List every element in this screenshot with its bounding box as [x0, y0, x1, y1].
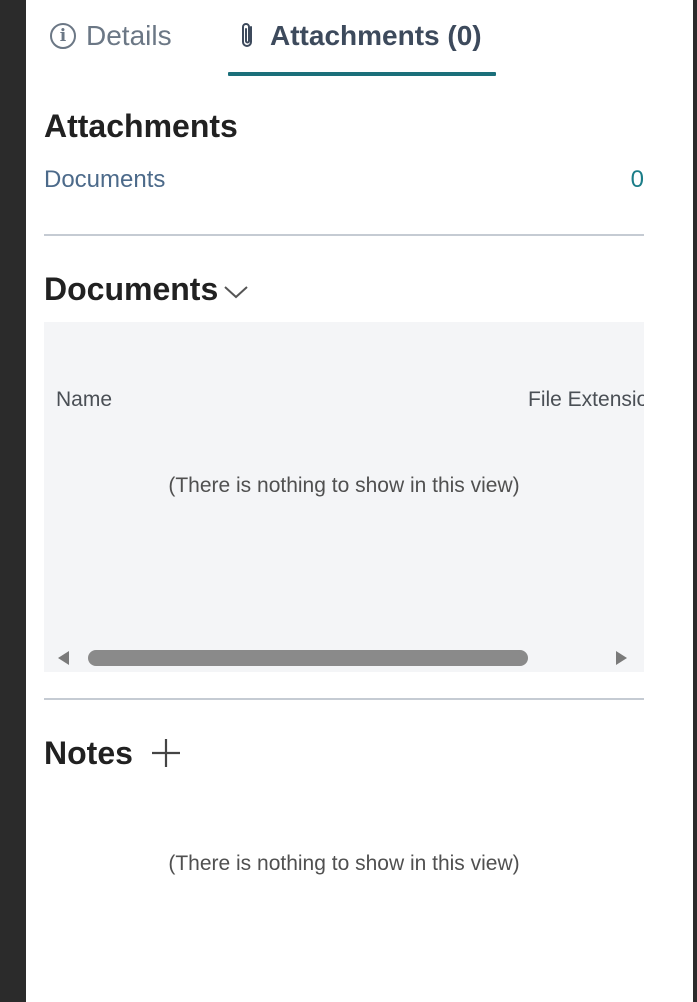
scroll-right-arrow-icon[interactable] — [616, 651, 627, 665]
chevron-down-icon — [224, 286, 248, 299]
documents-count-link[interactable]: 0 — [631, 166, 644, 194]
section-divider — [44, 234, 644, 236]
paperclip-icon — [242, 23, 252, 47]
scroll-left-arrow-icon[interactable] — [58, 651, 69, 665]
documents-summary-row: Documents 0 — [44, 166, 644, 200]
notes-heading: Notes — [44, 734, 133, 771]
attachments-heading: Attachments — [44, 108, 238, 144]
documents-section-toggle[interactable]: Documents — [44, 268, 250, 310]
tab-attachments[interactable]: Attachments (0) — [238, 16, 482, 56]
active-tab-indicator — [228, 72, 496, 76]
tab-details[interactable]: i Details — [50, 16, 172, 56]
add-note-plus-icon[interactable] — [149, 736, 183, 770]
scrollbar-thumb[interactable] — [88, 650, 528, 666]
factbox-panel: i Details Attachments (0) Attachments Do… — [26, 0, 693, 1002]
notes-empty-message: (There is nothing to show in this view) — [168, 852, 520, 875]
column-header-name[interactable]: Name — [56, 388, 112, 412]
documents-empty-message: (There is nothing to show in this view) — [168, 474, 520, 497]
documents-heading: Documents — [44, 270, 219, 307]
horizontal-scrollbar[interactable] — [44, 644, 644, 672]
documents-grid: Name File Extension (There is nothing to… — [44, 322, 644, 672]
tab-attachments-label: Attachments (0) — [270, 20, 482, 51]
column-header-file-extension[interactable]: File Extension — [528, 388, 644, 412]
info-icon: i — [50, 23, 76, 49]
notes-header: Notes — [44, 732, 183, 774]
tab-bar: i Details Attachments (0) — [26, 0, 693, 80]
documents-summary-label: Documents — [44, 166, 166, 193]
section-divider — [44, 698, 644, 700]
tab-details-label: Details — [86, 20, 172, 51]
